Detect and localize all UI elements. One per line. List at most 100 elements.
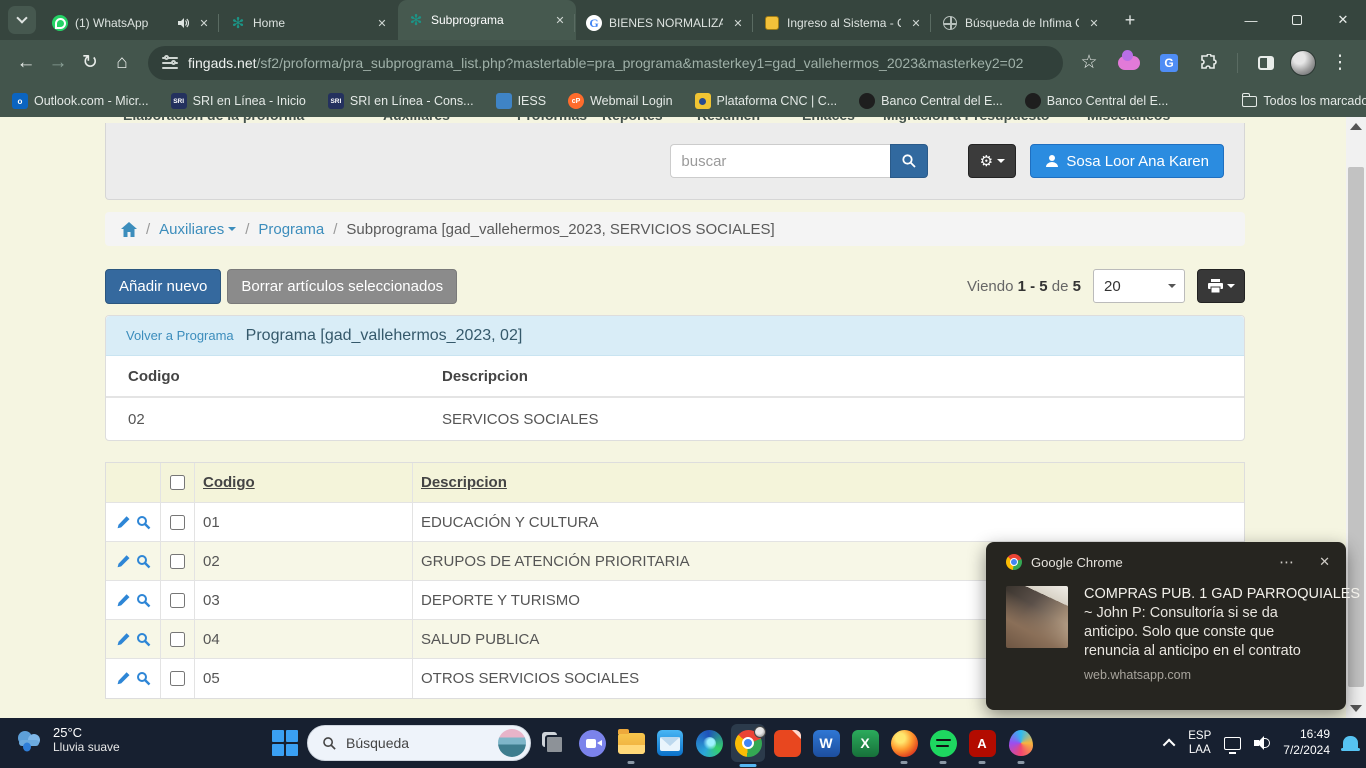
- minimize-button[interactable]: —: [1228, 0, 1274, 40]
- language-indicator[interactable]: ESP LAA: [1188, 729, 1211, 758]
- word-button[interactable]: W: [809, 720, 843, 766]
- breadcrumb-auxiliares[interactable]: Auxiliares: [159, 221, 236, 238]
- search-highlight-image[interactable]: [498, 729, 526, 757]
- nitro-pdf-button[interactable]: [770, 720, 804, 766]
- edit-icon[interactable]: [116, 515, 131, 530]
- url-text[interactable]: fingads.net/sf2/proforma/pra_subprograma…: [188, 55, 1023, 71]
- breadcrumb-programa[interactable]: Programa: [258, 221, 324, 238]
- bookmark-cnc[interactable]: Plataforma CNC | C...: [695, 93, 838, 109]
- more-options-icon[interactable]: ⋯: [1279, 553, 1294, 571]
- new-tab-button[interactable]: +: [1116, 6, 1144, 34]
- tab-ingreso[interactable]: Ingreso al Sistema - C ✕: [754, 6, 932, 40]
- bookmark-sri-consultas[interactable]: SRISRI en Línea - Cons...: [328, 93, 474, 109]
- close-icon[interactable]: ✕: [1319, 554, 1330, 570]
- address-bar[interactable]: fingads.net/sf2/proforma/pra_subprograma…: [148, 46, 1063, 80]
- row-select-checkbox[interactable]: [170, 632, 185, 647]
- profile-avatar[interactable]: [1290, 50, 1316, 76]
- codigo-column-header[interactable]: Codigo: [195, 463, 413, 502]
- paint-app-button[interactable]: [1004, 720, 1038, 766]
- bookmark-bce-1[interactable]: Banco Central del E...: [859, 93, 1003, 109]
- bookmark-outlook[interactable]: oOutlook.com - Micr...: [12, 93, 149, 109]
- scroll-down-arrow[interactable]: [1350, 705, 1362, 712]
- chrome-button-active[interactable]: [731, 724, 765, 762]
- edit-icon[interactable]: [116, 671, 131, 686]
- close-icon[interactable]: ✕: [908, 15, 924, 31]
- home-button[interactable]: ⌂: [106, 47, 138, 79]
- extensions-puzzle-icon[interactable]: [1193, 47, 1225, 79]
- bookmark-iess[interactable]: IESS: [496, 93, 547, 109]
- row-select-checkbox[interactable]: [170, 554, 185, 569]
- volume-icon[interactable]: [1254, 736, 1270, 750]
- row-select-checkbox[interactable]: [170, 671, 185, 686]
- start-button[interactable]: [268, 720, 302, 766]
- restore-button[interactable]: [1274, 0, 1320, 40]
- close-icon[interactable]: ✕: [374, 15, 390, 31]
- translate-icon[interactable]: G: [1153, 47, 1185, 79]
- row-select-checkbox[interactable]: [170, 515, 185, 530]
- delete-selected-button[interactable]: Borrar artículos seleccionados: [227, 269, 457, 304]
- mail-button[interactable]: [653, 720, 687, 766]
- settings-dropdown-button[interactable]: ⚙: [968, 144, 1016, 178]
- close-icon[interactable]: ✕: [730, 15, 746, 31]
- chrome-notification[interactable]: Google Chrome ⋯ ✕ COMPRAS PUB. 1 GAD PAR…: [986, 542, 1346, 710]
- view-icon[interactable]: [136, 671, 151, 686]
- network-icon[interactable]: [1224, 737, 1241, 750]
- hidden-icons-chevron[interactable]: [1163, 738, 1176, 751]
- file-explorer-button[interactable]: [614, 720, 648, 766]
- browser-menu-icon[interactable]: ⋮: [1324, 47, 1356, 79]
- bookmark-star-icon[interactable]: ☆: [1073, 47, 1105, 79]
- add-new-button[interactable]: Añadir nuevo: [105, 269, 221, 304]
- close-window-button[interactable]: ✕: [1320, 0, 1366, 40]
- select-all-checkbox[interactable]: [170, 475, 185, 490]
- breadcrumb-home-link[interactable]: [121, 222, 137, 237]
- forward-button[interactable]: →: [42, 47, 74, 79]
- excel-button[interactable]: X: [848, 720, 882, 766]
- tab-home[interactable]: ✻ Home ✕: [220, 6, 398, 40]
- page-size-select[interactable]: 20: [1093, 269, 1185, 303]
- back-button[interactable]: ←: [10, 47, 42, 79]
- print-dropdown-button[interactable]: [1197, 269, 1245, 303]
- bookmark-sri-inicio[interactable]: SRISRI en Línea - Inicio: [171, 93, 306, 109]
- close-icon[interactable]: ✕: [552, 12, 568, 28]
- close-icon[interactable]: ✕: [196, 15, 212, 31]
- firefox-button[interactable]: [887, 720, 921, 766]
- descripcion-column-header[interactable]: Descripcion: [413, 463, 1244, 502]
- notification-bell-icon[interactable]: [1343, 736, 1358, 751]
- taskbar-search[interactable]: Búsqueda: [307, 725, 531, 761]
- view-icon[interactable]: [136, 593, 151, 608]
- tab-bienes[interactable]: G BIENES NORMALIZAD ✕: [576, 6, 754, 40]
- all-bookmarks-button[interactable]: Todos los marcadores: [1242, 94, 1366, 108]
- clock[interactable]: 16:49 7/2/2024: [1283, 727, 1330, 758]
- scrollbar-thumb[interactable]: [1348, 167, 1364, 687]
- teams-button[interactable]: [575, 720, 609, 766]
- back-to-programa-link[interactable]: Volver a Programa: [126, 328, 234, 343]
- view-icon[interactable]: [136, 554, 151, 569]
- tab-search-button[interactable]: [8, 6, 36, 34]
- search-input[interactable]: [670, 144, 890, 178]
- close-icon[interactable]: ✕: [1086, 15, 1102, 31]
- bookmark-webmail[interactable]: cPWebmail Login: [568, 93, 672, 109]
- tab-whatsapp[interactable]: (1) WhatsApp ✕: [42, 6, 220, 40]
- task-view-button[interactable]: [536, 720, 570, 766]
- acrobat-button[interactable]: A: [965, 720, 999, 766]
- reload-button[interactable]: ↻: [74, 47, 106, 79]
- spotify-button[interactable]: [926, 720, 960, 766]
- site-info-icon[interactable]: [162, 56, 178, 70]
- page-scrollbar[interactable]: [1346, 117, 1366, 718]
- tab-subprograma-active[interactable]: ✻ Subprograma ✕: [398, 0, 576, 40]
- view-icon[interactable]: [136, 515, 151, 530]
- edit-icon[interactable]: [116, 593, 131, 608]
- extension-cloud-icon[interactable]: [1113, 47, 1145, 79]
- edit-icon[interactable]: [116, 632, 131, 647]
- tab-busqueda[interactable]: Búsqueda de Infima C ✕: [932, 6, 1110, 40]
- bookmark-bce-2[interactable]: Banco Central del E...: [1025, 93, 1169, 109]
- view-icon[interactable]: [136, 632, 151, 647]
- side-panel-icon[interactable]: [1250, 47, 1282, 79]
- edge-button[interactable]: [692, 720, 726, 766]
- search-button[interactable]: [890, 144, 928, 178]
- row-select-checkbox[interactable]: [170, 593, 185, 608]
- scroll-up-arrow[interactable]: [1350, 123, 1362, 130]
- edit-icon[interactable]: [116, 554, 131, 569]
- user-button[interactable]: Sosa Loor Ana Karen: [1030, 144, 1224, 178]
- weather-widget[interactable]: 25°C Lluvia suave: [14, 725, 120, 754]
